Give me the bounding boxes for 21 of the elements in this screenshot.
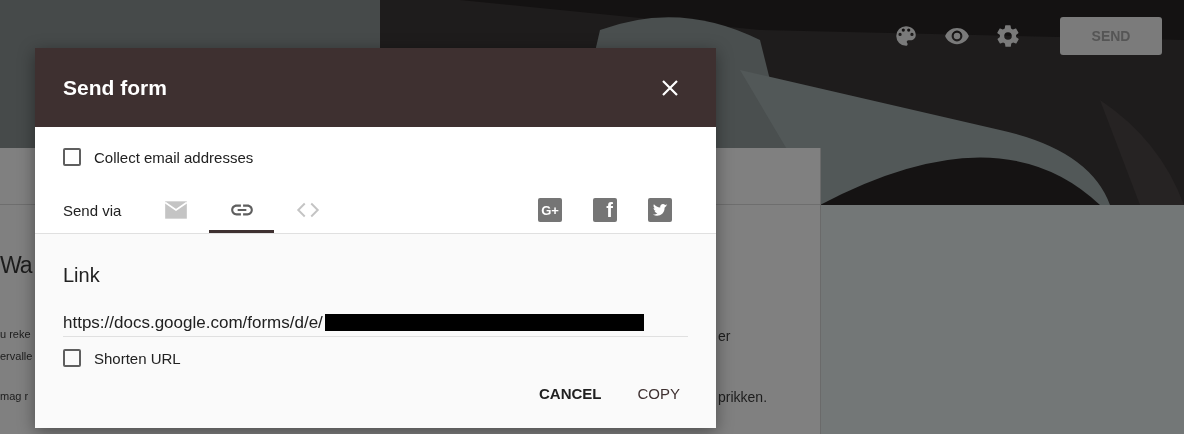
link-heading: Link — [63, 264, 101, 287]
cancel-button[interactable]: CANCEL — [523, 379, 618, 408]
form-text: er — [718, 328, 731, 344]
form-title: Wa — [0, 252, 32, 279]
checkbox-label: Shorten URL — [94, 349, 181, 367]
form-text: u reke — [0, 328, 31, 340]
form-text: prikken. — [718, 389, 768, 405]
settings-icon[interactable] — [995, 23, 1021, 49]
form-text: ervalle — [0, 350, 33, 362]
bird-icon[interactable] — [648, 198, 672, 222]
palette-icon[interactable] — [893, 23, 919, 49]
facebook-icon[interactable]: f — [593, 198, 617, 222]
copy-button[interactable]: COPY — [621, 379, 696, 408]
url-field[interactable]: https://docs.google.com/forms/d/e/ — [63, 309, 688, 337]
dialog-title: Send form — [63, 75, 167, 100]
form-text: mag r — [0, 390, 29, 402]
google-plus-icon[interactable]: G+ — [538, 198, 562, 222]
checkbox-label: Collect email addresses — [94, 148, 254, 166]
checkbox[interactable] — [63, 148, 81, 166]
send-via-label: Send via — [63, 201, 123, 219]
checkbox[interactable] — [63, 349, 81, 367]
